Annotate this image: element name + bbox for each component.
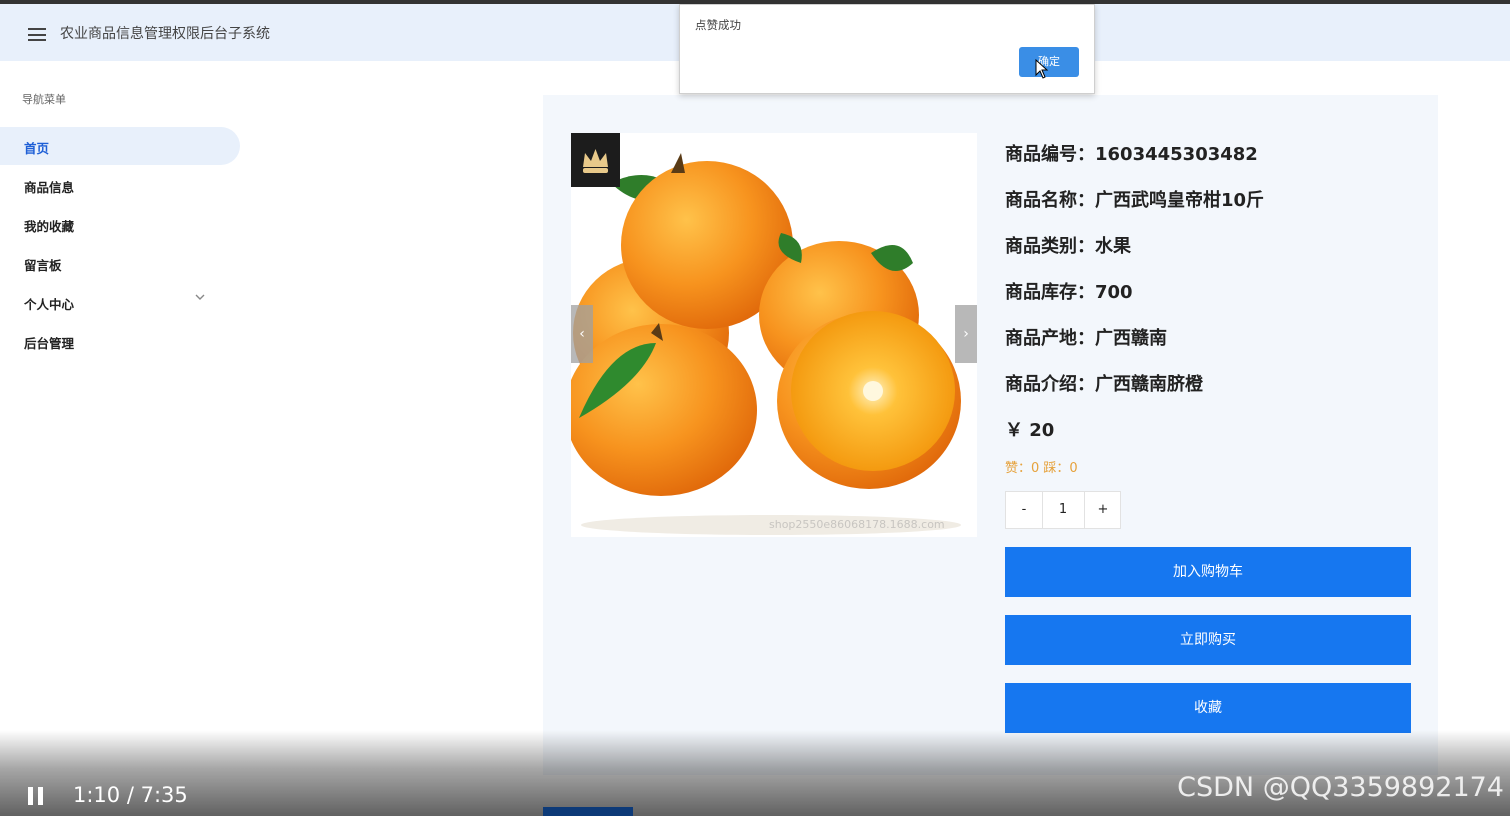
quantity-stepper: - 1 + <box>1005 491 1121 529</box>
image-watermark: shop2550e86068178.1688.com <box>769 518 945 531</box>
crown-logo-icon <box>571 133 620 187</box>
favorite-button[interactable]: 收藏 <box>1005 683 1411 733</box>
carousel-prev-button[interactable]: ‹ <box>571 305 593 363</box>
mouse-cursor-icon <box>1035 59 1049 79</box>
product-origin: 商品产地：广西赣南 <box>1005 328 1167 349</box>
sidebar-item-favorites[interactable]: 我的收藏 <box>0 205 240 243</box>
sidebar-item-label: 后台管理 <box>24 336 75 351</box>
csdn-watermark: CSDN @QQ3359892174 <box>1177 772 1504 803</box>
product-image-carousel: ‹ › shop2550e86068178.1688.com <box>571 133 977 537</box>
product-image <box>571 133 977 537</box>
sidebar-item-label: 留言板 <box>24 258 62 273</box>
quantity-increase-button[interactable]: + <box>1084 492 1121 528</box>
product-stock: 商品库存：700 <box>1005 282 1133 303</box>
sidebar-item-home[interactable]: 首页 <box>0 127 240 165</box>
sidebar-item-message-board[interactable]: 留言板 <box>0 244 240 282</box>
dialog-ok-button[interactable]: 确定 <box>1019 47 1079 77</box>
sidebar-item-label: 首页 <box>24 141 50 156</box>
bottom-tab-strip <box>543 807 633 816</box>
pause-icon[interactable] <box>28 787 44 805</box>
sidebar: 导航菜单 首页 商品信息 我的收藏 留言板 个人中心 后台管理 <box>0 61 250 761</box>
vote-counts[interactable]: 赞：0 踩：0 <box>1005 457 1078 476</box>
app-title: 农业商品信息管理权限后台子系统 <box>60 26 270 42</box>
quantity-value[interactable]: 1 <box>1043 492 1083 528</box>
product-description: 商品介绍：广西赣南脐橙 <box>1005 374 1203 395</box>
product-id: 商品编号：1603445303482 <box>1005 144 1258 165</box>
video-timecode: 1:10 / 7:35 <box>73 783 188 807</box>
nav-caption: 导航菜单 <box>22 93 66 106</box>
add-to-cart-button[interactable]: 加入购物车 <box>1005 547 1411 597</box>
sidebar-item-label: 商品信息 <box>24 180 75 195</box>
product-info: 商品编号：1603445303482 商品名称：广西武鸣皇帝柑10斤 商品类别：… <box>1005 95 1415 755</box>
product-price: ￥ 20 <box>1005 420 1055 441</box>
sidebar-item-admin[interactable]: 后台管理 <box>0 322 240 360</box>
quantity-decrease-button[interactable]: - <box>1006 492 1043 528</box>
sidebar-item-label: 我的收藏 <box>24 219 75 234</box>
alert-dialog: 点赞成功 确定 <box>679 4 1095 94</box>
hamburger-icon[interactable] <box>28 28 46 41</box>
product-category: 商品类别：水果 <box>1005 236 1131 257</box>
dialog-message: 点赞成功 <box>695 18 741 32</box>
buy-now-button[interactable]: 立即购买 <box>1005 615 1411 665</box>
sidebar-item-label: 个人中心 <box>24 297 75 312</box>
sidebar-item-personal-center[interactable]: 个人中心 <box>0 283 240 321</box>
carousel-next-button[interactable]: › <box>955 305 977 363</box>
chevron-down-icon <box>195 294 205 300</box>
product-detail-panel: ‹ › shop2550e86068178.1688.com 商品编号：1603… <box>543 95 1438 775</box>
product-name: 商品名称：广西武鸣皇帝柑10斤 <box>1005 190 1265 211</box>
sidebar-item-products[interactable]: 商品信息 <box>0 166 240 204</box>
